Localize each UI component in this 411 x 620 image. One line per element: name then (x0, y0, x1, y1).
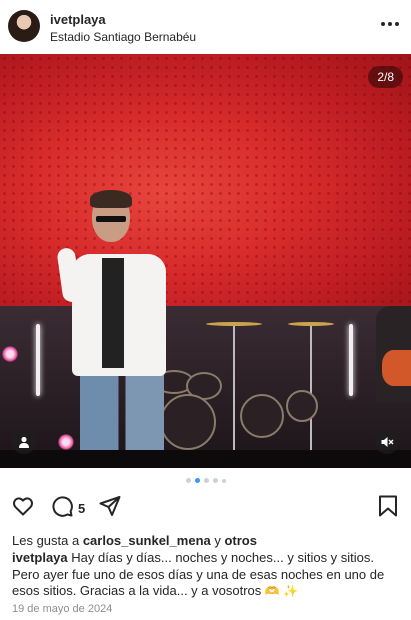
carousel-dot-active (194, 478, 200, 483)
caption-text: Hay días y días... noches y noches... y … (12, 550, 385, 598)
speaker-muted-icon (381, 437, 394, 447)
post-header: ivetplaya Estadio Santiago Bernabéu (0, 0, 411, 54)
post-media[interactable]: 2/8 (0, 54, 411, 468)
more-dot (395, 22, 399, 26)
guitar (382, 350, 411, 386)
caption-emojis: 🫶 ✨ (264, 584, 299, 598)
likes-others[interactable]: otros (224, 533, 257, 548)
paper-plane-icon (99, 496, 121, 516)
caption: ivetplaya Hay días y días... noches y no… (12, 550, 398, 600)
username[interactable]: ivetplaya (50, 12, 106, 27)
carousel-indicator (0, 478, 411, 486)
singer-glasses (96, 216, 126, 222)
cymbal-stand (310, 326, 312, 450)
singer-jeans (80, 370, 164, 452)
light-bar (36, 324, 40, 396)
comment-button[interactable] (50, 494, 74, 523)
likes-joiner: y (210, 533, 225, 548)
action-bar: 5 (0, 494, 411, 522)
share-button[interactable] (98, 494, 122, 523)
comment-count[interactable]: 5 (78, 501, 85, 516)
heart-icon (13, 497, 33, 516)
location[interactable]: Estadio Santiago Bernabéu (50, 30, 196, 44)
more-options-button[interactable] (379, 14, 401, 34)
mute-button[interactable] (375, 430, 399, 454)
bass-drum (160, 394, 216, 450)
carousel-dot (203, 478, 209, 483)
liker-username[interactable]: carlos_sunkel_mena (83, 533, 211, 548)
carousel-dot (185, 478, 191, 483)
cymbal-stand (233, 326, 235, 450)
post-date: 19 de mayo de 2024 (12, 603, 113, 615)
light-bar (349, 324, 353, 396)
likes-summary[interactable]: Les gusta a carlos_sunkel_mena y otros (12, 533, 257, 548)
singer-shirt (102, 258, 124, 368)
stage-floor (0, 450, 411, 468)
stage-spotlight (2, 346, 18, 362)
likes-prefix: Les gusta a (12, 533, 83, 548)
user-tags-button[interactable] (12, 430, 36, 454)
comment-bubble-icon (52, 496, 73, 517)
drum (286, 390, 318, 422)
person-icon (19, 436, 29, 448)
like-button[interactable] (11, 494, 35, 523)
carousel-dot (212, 478, 218, 483)
floor-tom (240, 394, 284, 438)
bookmark-icon (379, 495, 397, 517)
stage-spotlight (58, 434, 74, 450)
avatar[interactable] (8, 10, 40, 42)
save-button[interactable] (377, 494, 399, 523)
more-dot (388, 22, 392, 26)
more-horizontal-icon (381, 22, 385, 26)
carousel-counter: 2/8 (368, 66, 403, 88)
caption-username[interactable]: ivetplaya (12, 550, 68, 565)
singer-hair (90, 190, 132, 208)
carousel-dot (221, 479, 226, 483)
